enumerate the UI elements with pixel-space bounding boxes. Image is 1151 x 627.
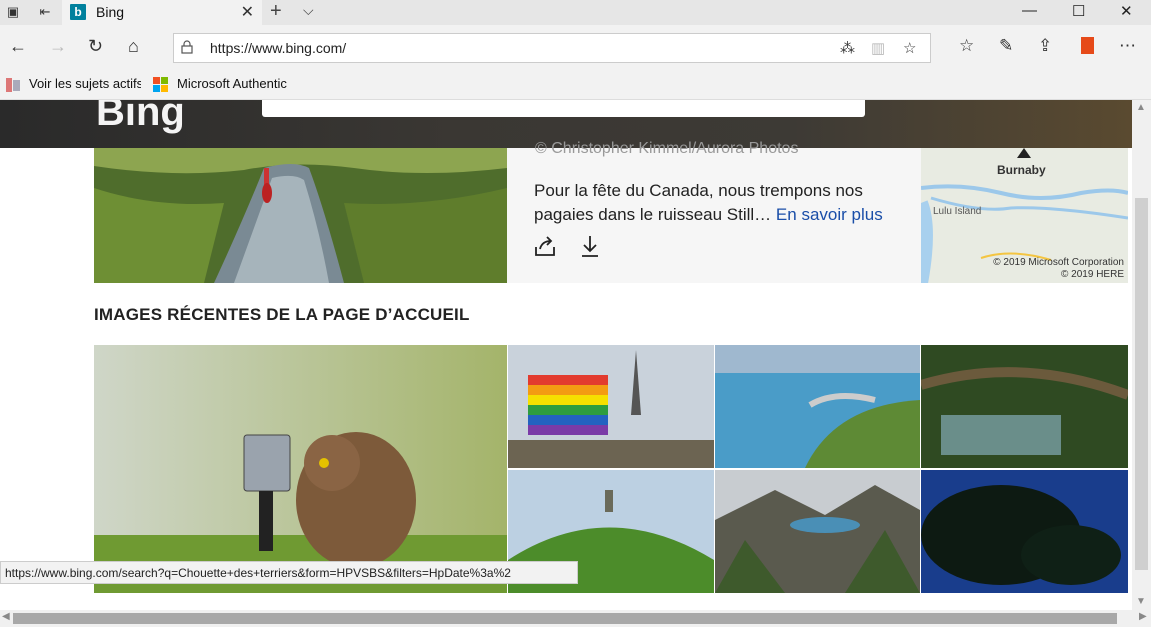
- favorites-icon[interactable]: ☆: [959, 36, 974, 56]
- tab-bing[interactable]: b Bing ✕: [62, 0, 262, 25]
- scroll-down-icon[interactable]: ▼: [1136, 596, 1146, 607]
- pride-flag-image: [508, 345, 714, 468]
- status-bar-url: https://www.bing.com/search?q=Chouette+d…: [0, 561, 578, 584]
- hero-info-panel: © Christopher Kimmel/Aurora Photos Pour …: [507, 140, 921, 283]
- search-input[interactable]: [262, 100, 865, 117]
- translate-icon[interactable]: ⁂: [840, 39, 855, 57]
- horizontal-scrollbar[interactable]: ◀ ▶: [0, 610, 1151, 627]
- kayak-stream-image: [94, 148, 507, 283]
- maximize-icon[interactable]: ☐: [1072, 2, 1085, 20]
- section-title: IMAGES RÉCENTES DE LA PAGE D’ACCUEIL: [94, 305, 470, 324]
- page-content: Bing © Christopher Kimmel/Aurora Photos …: [0, 100, 1132, 610]
- browser-chrome: ▣ ⇤ b Bing ✕ + ⌵ — ☐ ✕ ← → ↻ ⌂ https://w…: [0, 0, 1151, 100]
- share-icon[interactable]: ⇪: [1038, 36, 1052, 56]
- close-window-icon[interactable]: ✕: [1120, 2, 1133, 20]
- image-tile-roots[interactable]: [921, 345, 1128, 468]
- reading-view-icon[interactable]: ▥: [871, 39, 885, 57]
- location-map[interactable]: Burnaby Lulu Island © 2019 Microsoft Cor…: [921, 148, 1128, 283]
- pen-icon[interactable]: ✎: [999, 36, 1013, 56]
- lock-icon: [181, 40, 193, 54]
- image-tile-lake[interactable]: [715, 345, 920, 468]
- favorites-bar: Voir les sujets actifs Microsoft Authent…: [0, 70, 1151, 100]
- owl-camera-image: [94, 345, 507, 593]
- share-icon[interactable]: [532, 233, 558, 259]
- address-bar[interactable]: https://www.bing.com/ ⁂ ▥ ☆: [173, 33, 931, 63]
- close-tab-icon[interactable]: ✕: [241, 2, 254, 22]
- map-copyright: © 2019 HERE: [1061, 269, 1124, 280]
- learn-more-link[interactable]: En savoir plus: [776, 205, 883, 224]
- map-label-island: Lulu Island: [933, 206, 982, 217]
- scroll-left-icon[interactable]: ◀: [2, 611, 10, 622]
- tab-title: Bing: [96, 4, 125, 20]
- chevron-down-icon[interactable]: ⌵: [303, 2, 314, 19]
- root-bridge-image: [921, 345, 1128, 468]
- home-icon[interactable]: ⌂: [128, 36, 139, 57]
- office-icon[interactable]: [1081, 37, 1094, 54]
- hero-description: Pour la fête du Canada, nous trempons no…: [534, 179, 914, 227]
- bookmark-icon: [6, 78, 20, 92]
- tab-manager-icon[interactable]: ▣: [4, 3, 22, 21]
- address-row: ← → ↻ ⌂ https://www.bing.com/ ⁂ ▥ ☆ ☆ ✎ …: [0, 25, 1151, 70]
- photo-credit: © Christopher Kimmel/Aurora Photos: [535, 140, 799, 157]
- vertical-scrollbar[interactable]: ▲ ▼: [1132, 100, 1151, 610]
- download-icon[interactable]: [577, 233, 603, 259]
- microsoft-logo-icon: [153, 77, 168, 92]
- image-tile-mountains[interactable]: [715, 470, 920, 593]
- mountain-lake-image: [715, 470, 920, 593]
- minimize-icon[interactable]: —: [1022, 2, 1037, 19]
- url-text: https://www.bing.com/: [210, 40, 347, 56]
- forward-icon[interactable]: →: [49, 36, 67, 57]
- image-tile-owl[interactable]: [94, 345, 507, 593]
- refresh-icon[interactable]: ↻: [88, 36, 103, 57]
- hero-photo[interactable]: [94, 148, 507, 283]
- scroll-right-icon[interactable]: ▶: [1139, 611, 1147, 622]
- recent-images-grid: [94, 345, 1128, 593]
- back-icon[interactable]: ←: [9, 36, 27, 57]
- new-tab-icon[interactable]: +: [270, 0, 282, 23]
- favorite-item[interactable]: Voir les sujets actifs: [29, 76, 141, 91]
- lake-town-image: [715, 345, 920, 468]
- image-tile-tree[interactable]: [921, 470, 1128, 593]
- scroll-thumb[interactable]: [13, 613, 1117, 624]
- tree-night-image: [921, 470, 1128, 593]
- scroll-thumb[interactable]: [1135, 198, 1148, 570]
- image-tile-paris[interactable]: [508, 345, 714, 468]
- map-copyright: © 2019 Microsoft Corporation: [993, 257, 1124, 268]
- favorite-star-icon[interactable]: ☆: [903, 39, 916, 57]
- tab-bar: ▣ ⇤ b Bing ✕ + ⌵ — ☐ ✕: [0, 0, 1151, 25]
- bing-favicon-icon: b: [70, 4, 86, 20]
- bing-logo[interactable]: Bing: [96, 100, 185, 135]
- scroll-up-icon[interactable]: ▲: [1136, 102, 1146, 113]
- more-icon[interactable]: ⋯: [1119, 36, 1136, 56]
- favorite-item[interactable]: Microsoft Authentic: [177, 76, 289, 91]
- set-aside-tabs-icon[interactable]: ⇤: [36, 3, 54, 21]
- map-label-city: Burnaby: [997, 163, 1046, 177]
